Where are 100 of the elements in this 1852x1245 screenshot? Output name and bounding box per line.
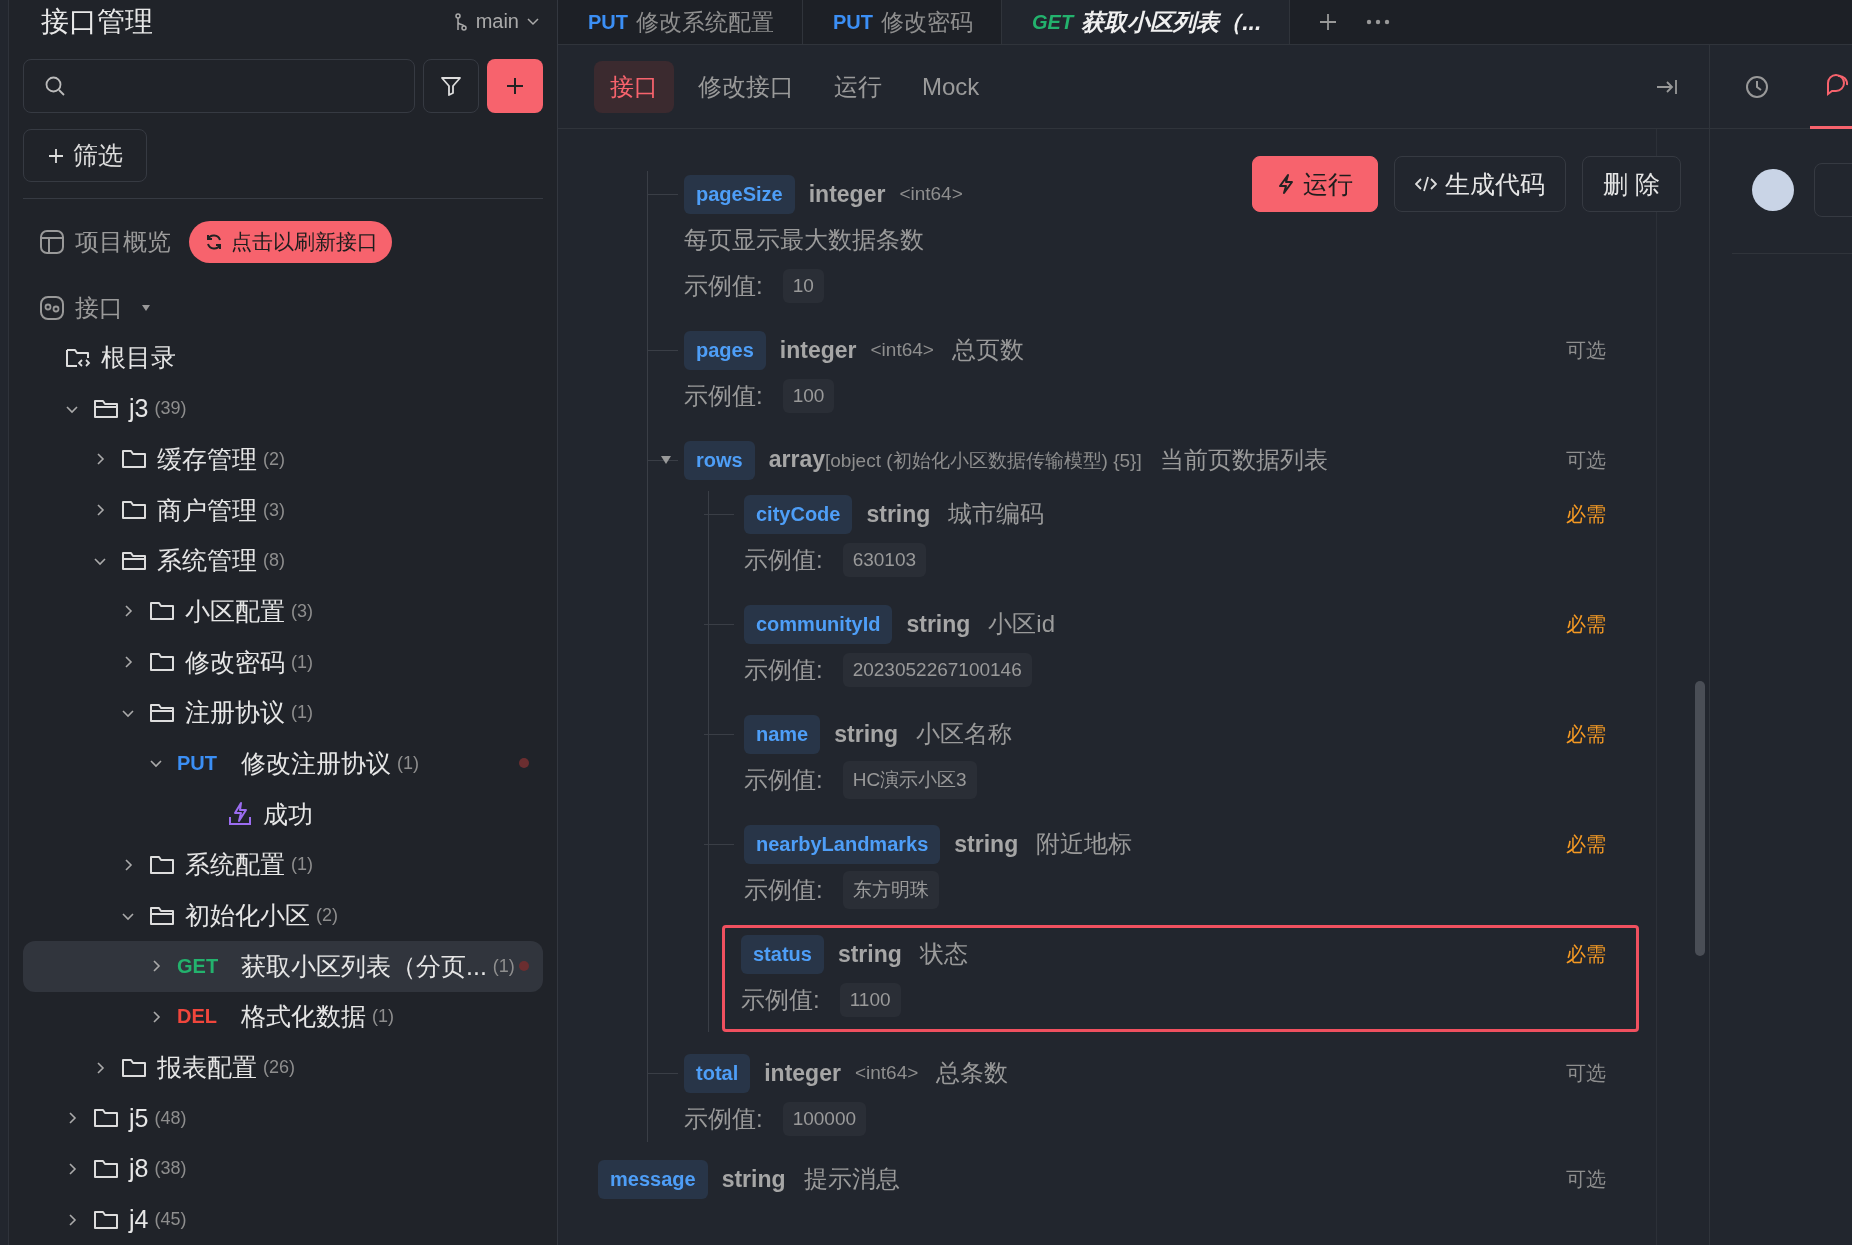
comment-icon [1824,72,1850,98]
field-type: integer [779,336,857,364]
tree-item[interactable]: 商户管理 (3) [23,484,543,536]
folder-icon [121,1056,147,1079]
tree-item[interactable]: 系统管理 (8) [23,535,543,587]
filter-icon[interactable] [423,59,479,114]
code-icon [1415,174,1438,194]
endpoint-item[interactable]: DEL 格式化数据 (1) [23,991,543,1043]
tree-item[interactable]: 系统配置 (1) [23,839,543,891]
field-description: 小区id [988,609,1056,639]
example-value: 630103 [842,543,927,577]
tree-item[interactable]: 小区配置 (3) [23,586,543,637]
example-label: 示例值: [744,765,823,795]
folder-icon [149,853,175,876]
api-icon [39,295,65,322]
field-name: pageSize [684,174,795,214]
example-item[interactable]: 成功 [23,788,543,840]
tree-label: j4 [129,1205,149,1235]
example-label: 示例值: [741,985,820,1015]
field-description: 小区名称 [916,719,1013,749]
view-tab[interactable]: 运行 [818,60,898,113]
folder-icon [93,1158,119,1180]
endpoint-item[interactable]: PUT 修改注册协议 (1) [23,738,543,789]
item-count: (45) [154,1209,187,1231]
tree-item[interactable]: j5 (48) [23,1092,543,1144]
field-type: string [866,500,931,528]
folder-code-icon [65,346,91,370]
tree-item[interactable]: j3 (39) [23,383,543,434]
item-count: (39) [154,398,187,420]
item-count: (1) [492,955,515,977]
requirement-label: 必需 [1566,941,1606,967]
field-name: status [741,934,824,974]
delete-button[interactable]: 删 除 [1582,156,1681,212]
view-tab[interactable]: Mock [906,62,996,111]
add-button[interactable] [487,59,543,114]
tree-label: 系统配置 [185,849,285,881]
caret-icon[interactable] [141,304,151,313]
refresh-button[interactable]: 点击以刷新接口 [189,221,392,264]
field-type: integer [764,1059,841,1087]
view-tab[interactable]: 接口 [594,60,674,113]
field-format: <int64> [870,339,934,361]
lightning-icon [1277,173,1296,195]
item-count: (2) [263,448,285,470]
item-count: (3) [291,600,313,622]
tree-item[interactable]: 注册协议 (1) [23,687,543,739]
field-note: 每页显示最大数据条数 [684,225,925,255]
field-format: <int64> [899,183,963,205]
tree-label: 修改密码 [185,646,285,678]
scrollbar-thumb[interactable] [1695,681,1705,956]
example-label: 示例值: [684,381,763,411]
tree-item[interactable]: 根目录 [23,332,543,384]
item-count: (48) [154,1107,187,1129]
example-value: 10 [782,269,824,303]
section-label: 接口 [75,293,123,324]
run-button[interactable]: 运行 [1252,156,1379,212]
tree-label: 小区配置 [185,595,285,627]
field-description: 当前页数据列表 [1159,445,1328,475]
field-name: rows [684,440,755,480]
tree-item[interactable]: j8 (38) [23,1143,543,1195]
field-description: 总条数 [936,1058,1009,1088]
tree-item[interactable]: 报表配置 (26) [23,1042,543,1093]
file-tab[interactable]: PUT 修改系统配置 [558,0,803,44]
tree-item[interactable]: 缓存管理 (2) [23,434,543,485]
branch-selector[interactable]: main [447,9,545,35]
more-icon[interactable] [1366,19,1391,25]
folder-icon [149,600,175,623]
example-label: 示例值: [684,271,763,301]
item-count: (8) [263,550,285,572]
item-count: (1) [372,1006,394,1028]
tree-label: 商户管理 [157,494,257,526]
view-tab[interactable]: 修改接口 [682,60,810,113]
branch-icon [453,12,468,31]
field-type: string [721,1165,786,1193]
folder-icon [93,397,119,420]
endpoint-item[interactable]: GET 获取小区列表（分页... (1) [23,940,543,992]
code-button[interactable]: 生成代码 [1394,156,1567,212]
tree-item[interactable]: 修改密码 (1) [23,636,543,688]
field-name: nearbyLandmarks [744,824,941,864]
expand-triangle-icon[interactable] [660,455,672,465]
tree-item[interactable]: j4 (45) [23,1194,543,1245]
example-label: 示例值: [684,1104,763,1134]
tree-item[interactable]: 初始化小区 (2) [23,890,543,941]
method-label: PUT [177,752,218,775]
field-format: <int64> [854,1062,919,1084]
field-name: total [684,1053,751,1093]
plus-icon [47,146,65,165]
field-type: integer [808,180,886,208]
file-tab[interactable]: GET 获取小区列表（... [1002,0,1291,44]
folder-icon [121,549,147,572]
tree-label: j3 [129,394,149,424]
project-overview-link[interactable]: 项目概览 [75,226,171,259]
item-count: (26) [263,1057,295,1079]
filter-button[interactable]: 筛选 [23,129,147,182]
example-value: HC演示小区3 [842,761,977,799]
tree-label: 格式化数据 [241,1001,366,1033]
history-icon[interactable] [1744,73,1770,100]
tree-label: 根目录 [101,342,176,374]
add-tab-icon[interactable] [1318,12,1339,32]
search-field[interactable] [23,59,415,114]
requirement-label: 可选 [1566,1166,1606,1192]
